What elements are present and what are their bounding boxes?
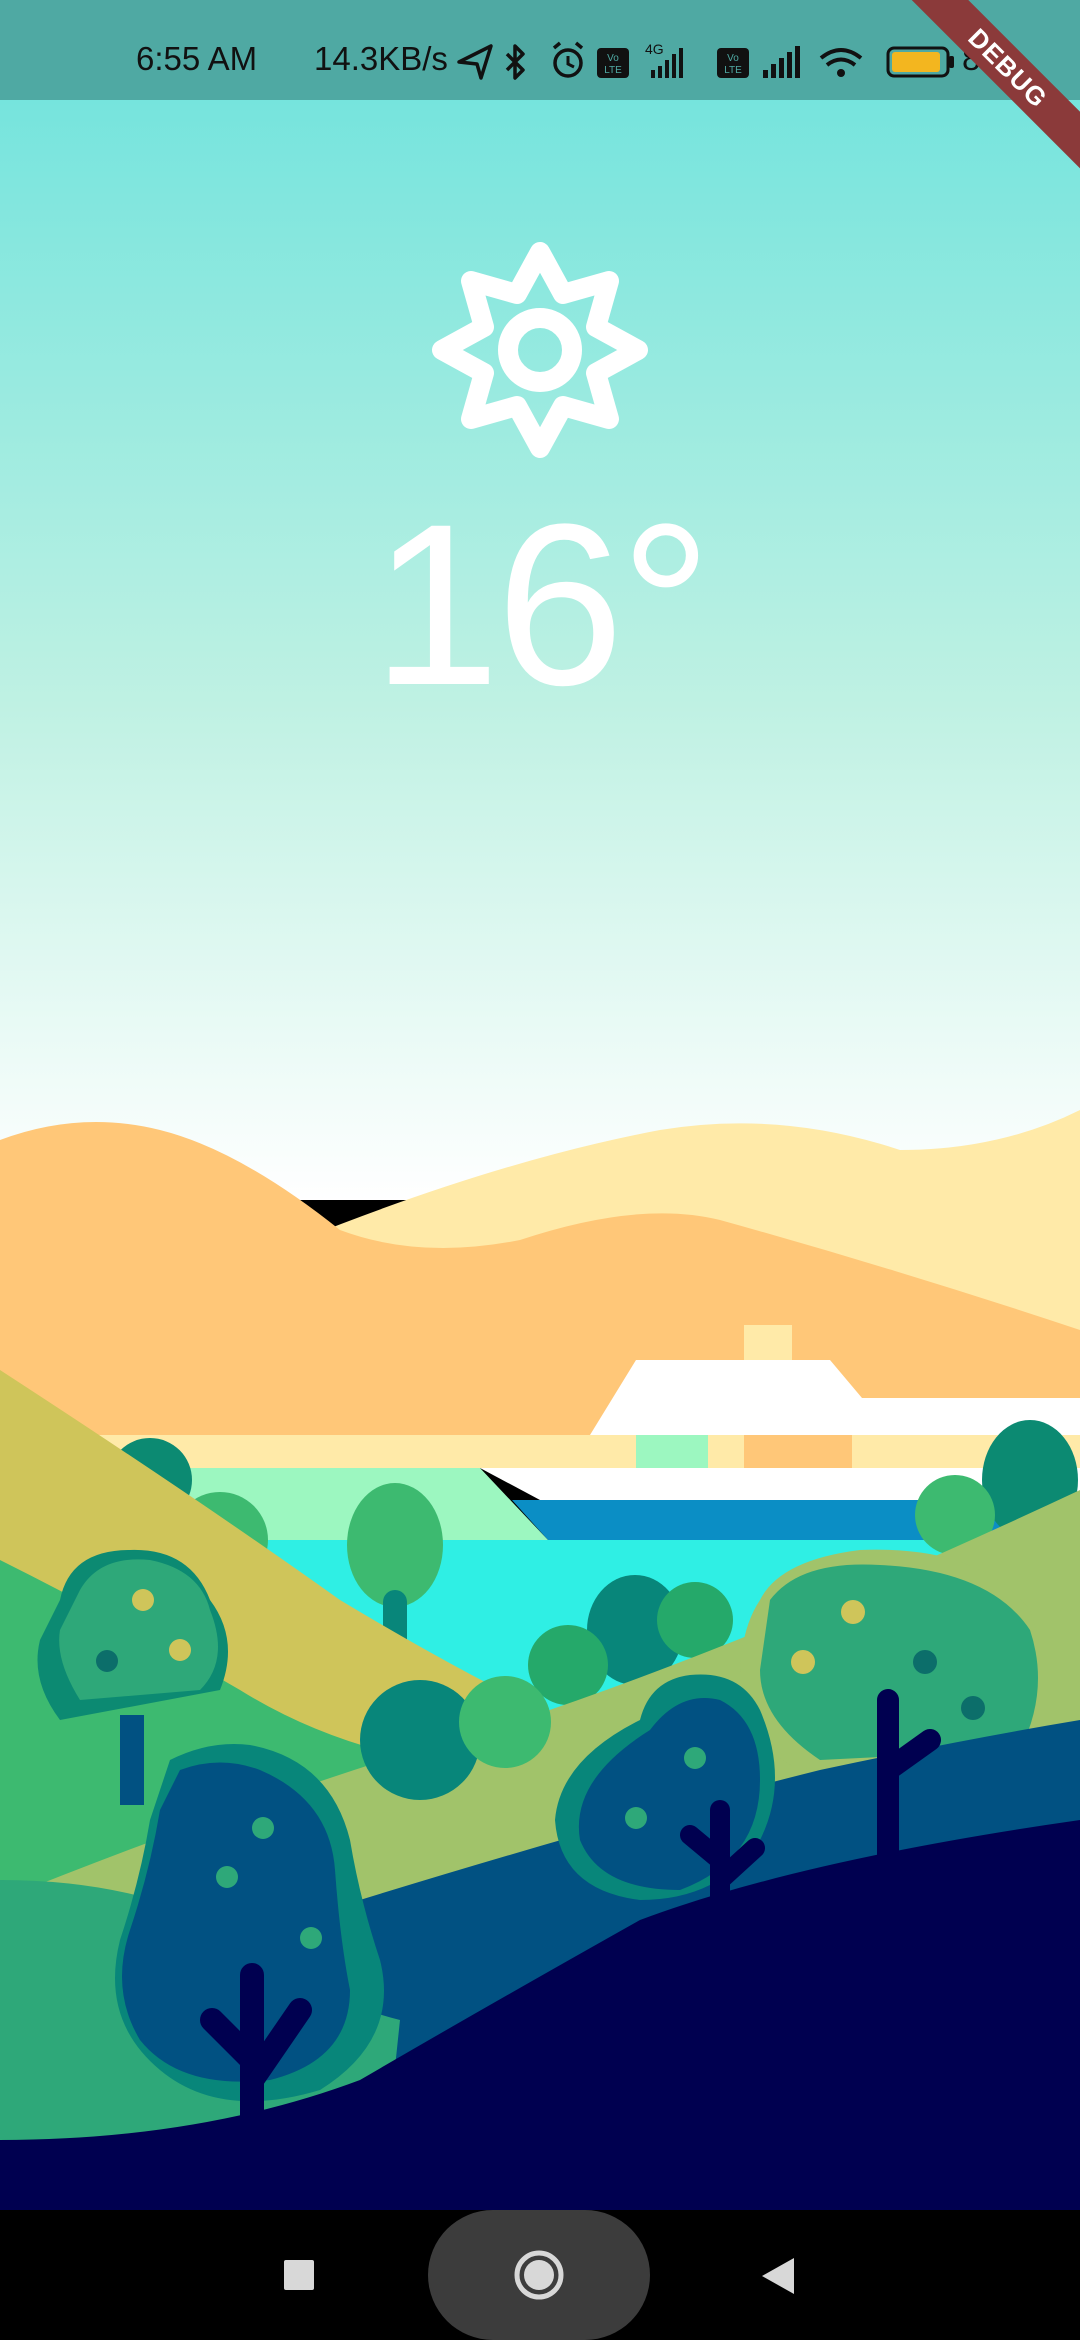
tree-midright-dot (625, 1807, 647, 1829)
alarm-icon (552, 41, 584, 78)
back-triangle-icon[interactable] (760, 2256, 796, 2296)
home-circle-icon (514, 2250, 564, 2300)
shore-block-orange (744, 1435, 852, 1468)
svg-text:LTE: LTE (604, 65, 622, 76)
battery-icon (886, 46, 954, 78)
tree-hill-green (459, 1676, 551, 1768)
tree-lake (347, 1483, 443, 1607)
navigation-bar (0, 2210, 1080, 2340)
tree-hill-dark (360, 1680, 480, 1800)
network-speed: 14.3KB/s (314, 40, 448, 77)
tree-right-dot (913, 1650, 937, 1674)
shore-block-green (636, 1435, 708, 1468)
tree-right-dot (791, 1650, 815, 1674)
svg-text:4G: 4G (645, 41, 664, 57)
ground-bottom (0, 2175, 1080, 2210)
sun-icon (432, 242, 648, 458)
volte-icon: VoLTE (597, 48, 629, 78)
tree-front-dot (252, 1817, 274, 1839)
svg-text:Vo: Vo (607, 53, 619, 64)
svg-text:Vo: Vo (727, 53, 739, 64)
volte-icon-2: VoLTE (717, 48, 749, 78)
tree-front-dot (300, 1927, 322, 1949)
signal-icon (763, 46, 800, 78)
tree-front-dot (216, 1866, 238, 1888)
ship-chimney (744, 1325, 792, 1365)
tree-right-dot (841, 1600, 865, 1624)
status-time: 6:55 AM (136, 40, 258, 77)
temperature: 16° (372, 476, 712, 733)
tree-midright-dot (684, 1747, 706, 1769)
tree-left-trunk (120, 1715, 144, 1805)
recents-square-icon[interactable] (282, 2258, 316, 2292)
signal-4g-icon: 4G (645, 41, 683, 78)
tree-right-dot (961, 1696, 985, 1720)
location-arrow-icon (457, 44, 493, 80)
tree-left-dot (169, 1639, 191, 1661)
tree-left-dot (96, 1650, 118, 1672)
home-button[interactable] (428, 2210, 650, 2340)
status-bar: 6:55 AM 14.3KB/s VoLTE 4G VoLTE 84 (0, 0, 1080, 100)
tree-left-dot (132, 1589, 154, 1611)
bluetooth-icon (505, 44, 525, 80)
svg-text:LTE: LTE (724, 65, 742, 76)
wifi-icon (819, 48, 863, 77)
status-icons: VoLTE 4G VoLTE (457, 41, 863, 80)
